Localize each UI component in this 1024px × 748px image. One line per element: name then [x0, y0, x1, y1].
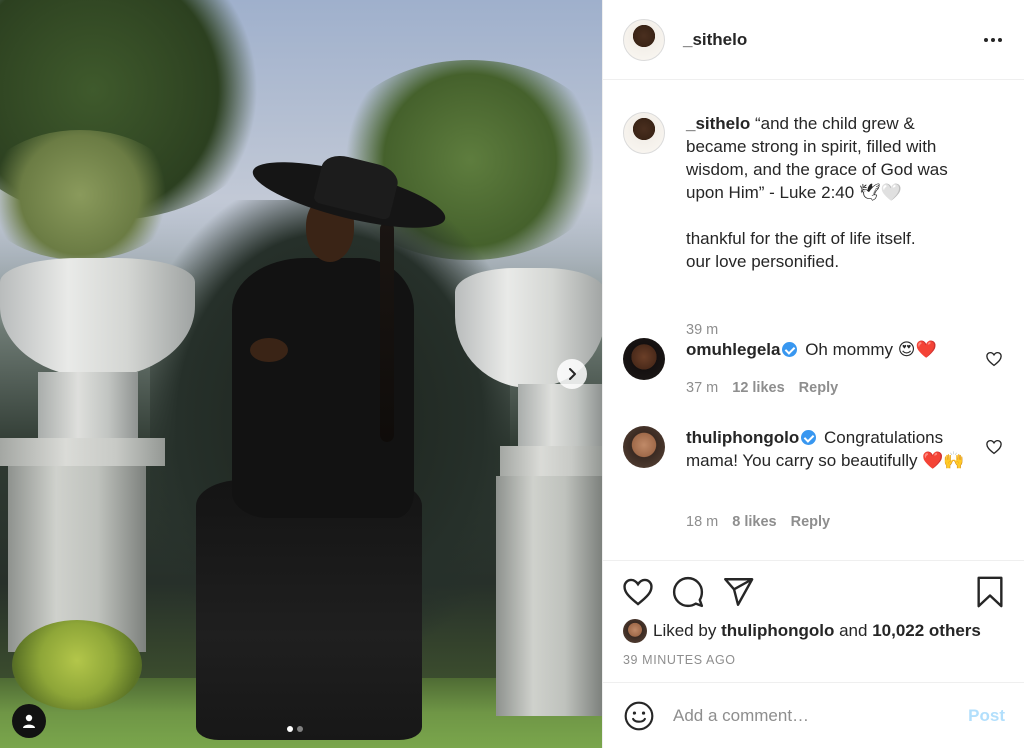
carousel-dot-active — [287, 726, 293, 732]
comment-body: thuliphongolo Congratulations mama! You … — [686, 426, 976, 472]
carousel-dot — [297, 726, 303, 732]
caption-line-2: thankful for the gift of life itself. — [686, 229, 916, 248]
comment-likes[interactable]: 8 likes — [732, 514, 776, 530]
user-icon — [23, 714, 35, 728]
comment-meta: 37 m 12 likes Reply — [686, 380, 838, 396]
post-header: _sithelo — [603, 0, 1024, 80]
comment-likes[interactable]: 12 likes — [732, 380, 784, 396]
liked-by-avatar[interactable] — [623, 619, 647, 643]
tagged-users-button[interactable] — [12, 704, 46, 738]
carousel-next-button[interactable] — [557, 359, 587, 389]
comment-bubble-icon[interactable] — [671, 575, 705, 609]
comment-time[interactable]: 18 m — [686, 514, 718, 530]
liked-by-user[interactable]: thuliphongolo — [721, 621, 834, 641]
left-urn-stem — [38, 372, 138, 442]
caption-line-3: our love personified. — [686, 252, 840, 271]
add-comment-bar: Post — [603, 682, 1024, 748]
caption-body: _sithelo “and the child grew & became st… — [686, 112, 976, 273]
comment-item: thuliphongolo Congratulations mama! You … — [623, 426, 1013, 530]
author-avatar[interactable] — [623, 18, 665, 61]
carousel-dots — [287, 726, 303, 732]
post-side-panel: _sithelo _sithelo “and the child grew & … — [602, 0, 1024, 748]
comment-reply-button[interactable]: Reply — [791, 514, 831, 530]
post-timestamp[interactable]: 39 MINUTES AGO — [623, 653, 736, 667]
liked-by-row: Liked by thuliphongolo and 10,022 others — [623, 619, 981, 643]
more-options-icon[interactable] — [981, 28, 1005, 52]
emoji-smiley-icon[interactable] — [623, 700, 655, 732]
comment-body: omuhlegela Oh mommy 😍❤️ — [686, 338, 976, 361]
comment-item: omuhlegela Oh mommy 😍❤️ 37 m 12 likes Re… — [623, 338, 1013, 398]
caption-username[interactable]: _sithelo — [686, 114, 750, 133]
chevron-right-icon — [569, 368, 576, 380]
left-plinth-top — [0, 438, 165, 466]
right-urn-stem — [518, 384, 602, 446]
heart-outline-icon[interactable] — [985, 438, 1003, 456]
comment-text: Oh mommy 😍❤️ — [805, 340, 937, 359]
comment-avatar[interactable] — [623, 338, 665, 380]
comment-meta: 18 m 8 likes Reply — [686, 514, 830, 530]
figure-hand — [250, 338, 288, 362]
comment-reply-button[interactable]: Reply — [799, 380, 839, 396]
right-plinth-top — [500, 446, 602, 476]
caption-meta: 39 m — [686, 322, 718, 338]
post-actions: Liked by thuliphongolo and 10,022 others… — [603, 560, 1024, 682]
share-paper-plane-icon[interactable] — [721, 575, 755, 609]
liked-by-others[interactable]: 10,022 others — [872, 621, 981, 641]
figure-braid — [380, 222, 394, 442]
like-heart-icon[interactable] — [621, 575, 655, 609]
comments-list[interactable]: _sithelo “and the child grew & became st… — [603, 80, 1024, 560]
save-bookmark-icon[interactable] — [973, 575, 1007, 609]
liked-by-prefix: Liked by — [653, 621, 717, 640]
figure-tulle-skirt — [196, 480, 422, 740]
verified-badge-icon — [782, 342, 798, 357]
caption: _sithelo “and the child grew & became st… — [623, 112, 1013, 338]
post-photo[interactable] — [0, 0, 602, 748]
heart-outline-icon[interactable] — [985, 350, 1003, 368]
photo-bush — [12, 620, 142, 710]
right-pedestal — [496, 476, 602, 716]
comment-username[interactable]: omuhlegela — [686, 340, 780, 359]
add-comment-input[interactable] — [673, 705, 953, 726]
verified-badge-icon — [801, 430, 817, 445]
comment-username[interactable]: thuliphongolo — [686, 428, 799, 447]
post-comment-button[interactable]: Post — [968, 706, 1005, 726]
caption-time[interactable]: 39 m — [686, 322, 718, 338]
liked-by-and: and — [839, 621, 868, 640]
caption-avatar[interactable] — [623, 112, 665, 154]
comment-avatar[interactable] — [623, 426, 665, 468]
author-username[interactable]: _sithelo — [683, 30, 747, 50]
comment-time[interactable]: 37 m — [686, 380, 718, 396]
